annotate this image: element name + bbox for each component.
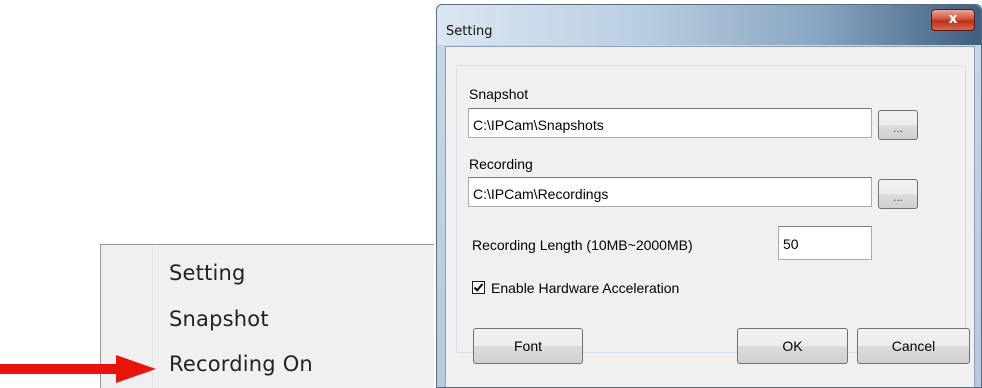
recording-path-input[interactable] [468, 177, 872, 207]
ok-button[interactable]: OK [737, 328, 848, 364]
dialog-titlebar[interactable]: Setting x [437, 5, 981, 45]
snapshot-label: Snapshot [469, 86, 529, 102]
close-button[interactable]: x [931, 9, 975, 31]
dialog-title: Setting [446, 24, 493, 39]
settings-group-box: Snapshot ... Recording ... Recording Len… [456, 65, 966, 353]
context-menu-item-setting[interactable]: Setting [169, 261, 246, 285]
recording-length-input[interactable] [778, 226, 872, 260]
dialog-client-area: Snapshot ... Recording ... Recording Len… [445, 46, 975, 387]
setting-dialog: Setting x Snapshot ... Recording ... Rec… [436, 4, 982, 388]
hardware-acceleration-checkbox[interactable] [472, 281, 485, 294]
red-arrow-icon [0, 355, 156, 383]
hardware-acceleration-label: Enable Hardware Acceleration [491, 280, 680, 296]
snapshot-path-input[interactable] [468, 108, 872, 138]
recording-length-label: Recording Length (10MB~2000MB) [472, 237, 693, 253]
cancel-button[interactable]: Cancel [857, 328, 970, 364]
context-menu-item-snapshot[interactable]: Snapshot [169, 307, 269, 331]
checkmark-icon [473, 283, 484, 292]
font-button[interactable]: Font [473, 328, 583, 364]
context-menu-item-recording-on[interactable]: Recording On [169, 352, 313, 376]
recording-browse-button[interactable]: ... [878, 179, 918, 209]
recording-label: Recording [469, 156, 533, 172]
snapshot-browse-button[interactable]: ... [878, 110, 918, 140]
close-icon: x [948, 11, 958, 27]
